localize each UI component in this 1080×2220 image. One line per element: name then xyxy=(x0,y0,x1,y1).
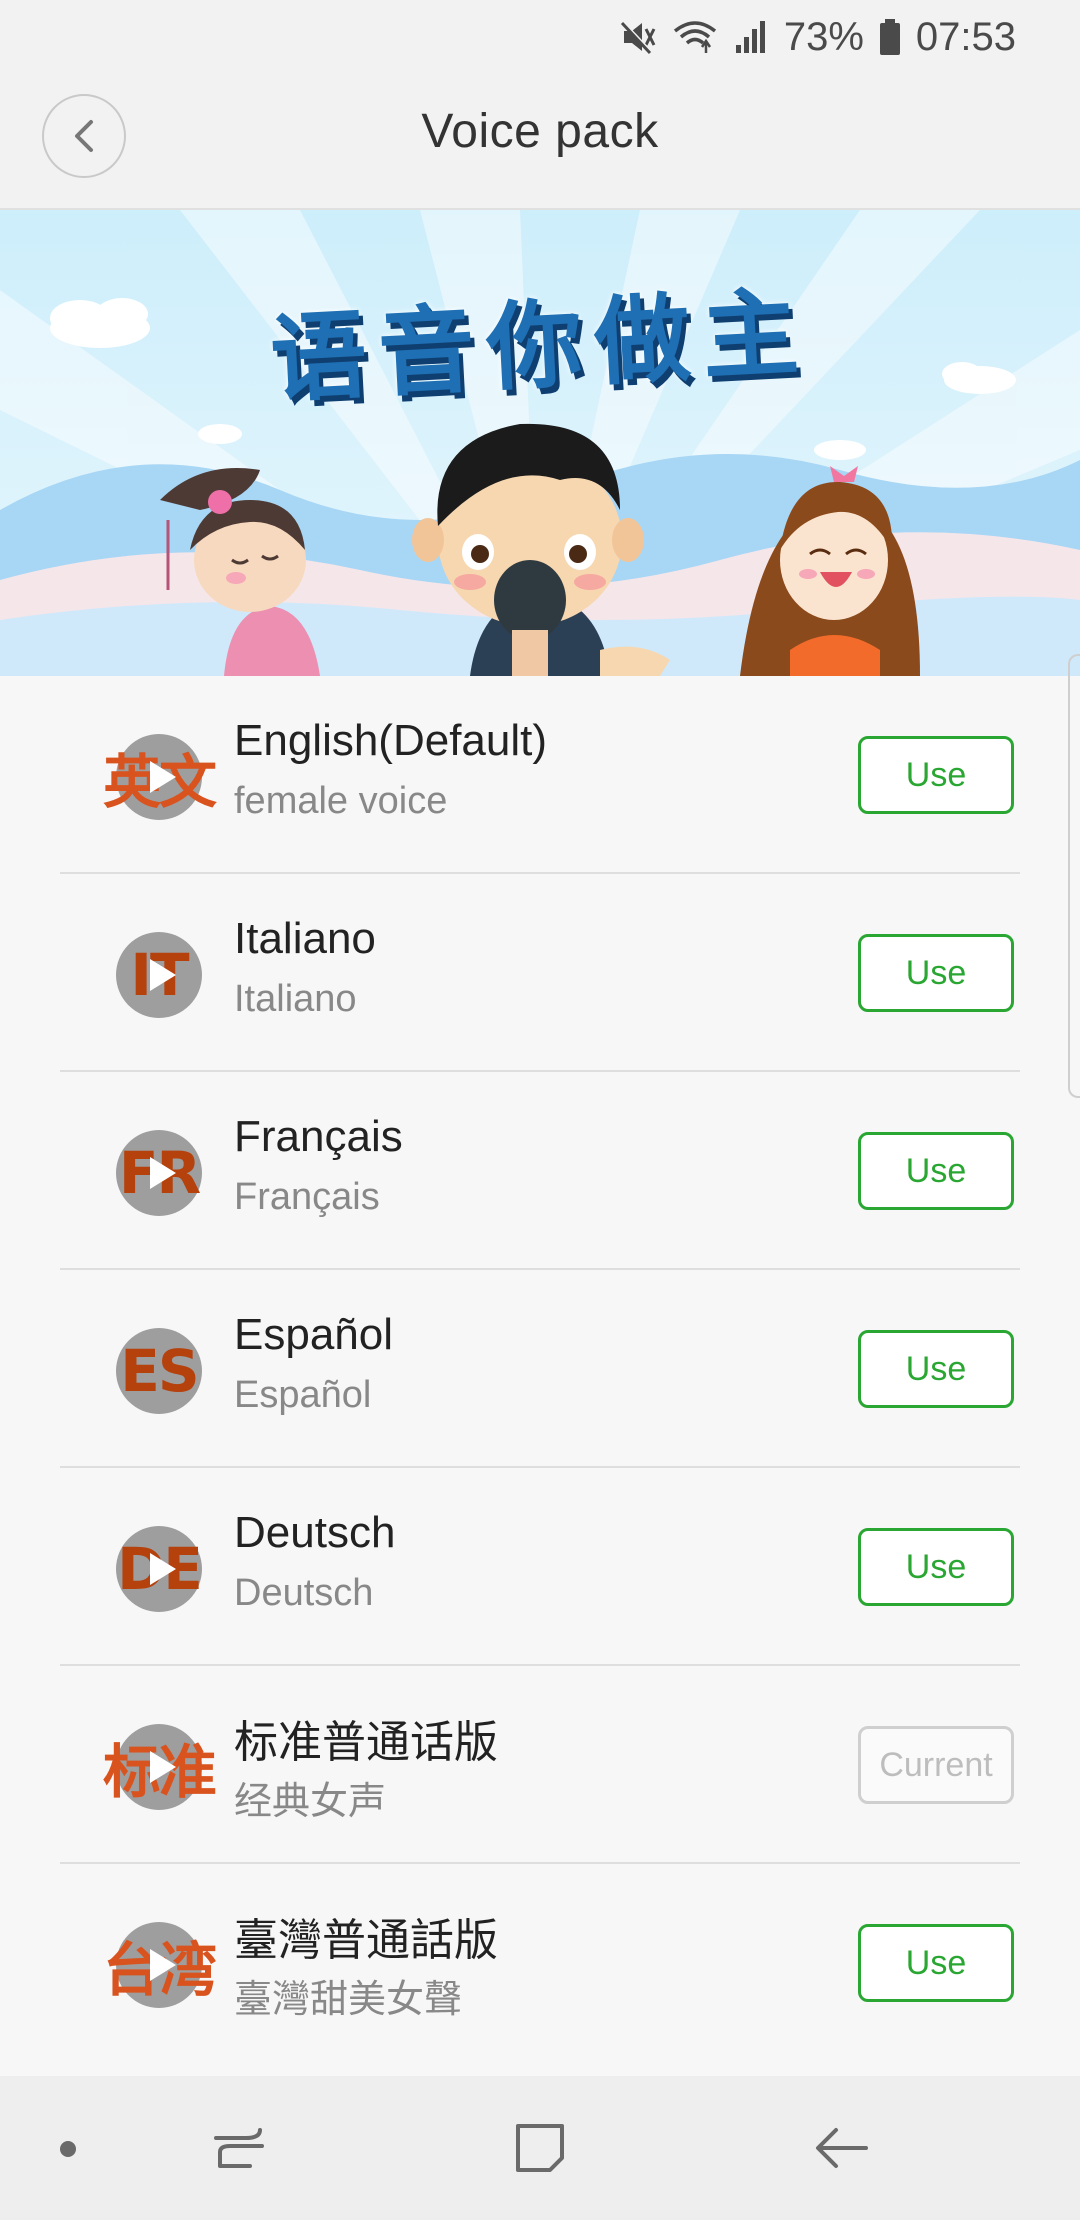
promo-banner: 语音你做主 xyxy=(0,210,1080,676)
voice-preview-play-icon[interactable]: ES xyxy=(80,1326,220,1416)
voice-pack-description: 经典女声 xyxy=(234,1781,387,1823)
play-icon xyxy=(150,959,176,991)
voice-pack-name: 标准普通话版 xyxy=(234,1718,498,1767)
voice-pack-item[interactable]: 标准 标准普通话版 经典女声 Current xyxy=(60,1666,1020,1864)
play-icon xyxy=(150,1553,176,1585)
voice-pack-name: Français xyxy=(234,1112,403,1161)
status-bar: 73% 07:53 xyxy=(0,0,1080,74)
use-button[interactable]: Use xyxy=(858,736,1014,814)
voice-pack-item[interactable]: ES Español Español Use xyxy=(60,1270,1020,1468)
voice-pack-item[interactable]: IT Italiano Italiano Use xyxy=(60,874,1020,1072)
use-button[interactable]: Use xyxy=(858,1132,1014,1210)
play-icon xyxy=(150,1751,176,1783)
home-icon[interactable] xyxy=(510,2118,570,2178)
voice-preview-play-icon[interactable]: DE xyxy=(80,1524,220,1614)
clock: 07:53 xyxy=(915,14,1016,59)
voice-pack-list: 英文 English(Default) female voice Use IT … xyxy=(0,676,1080,2076)
language-code: ES xyxy=(120,1337,199,1405)
voice-pack-description: female voice xyxy=(234,780,448,822)
voice-preview-play-icon[interactable]: 英文 xyxy=(80,732,220,822)
voice-pack-name: English(Default) xyxy=(234,716,548,765)
voice-preview-play-icon[interactable]: FR xyxy=(80,1128,220,1218)
play-icon xyxy=(150,761,176,793)
current-badge: Current xyxy=(858,1726,1014,1804)
voice-pack-description: Français xyxy=(234,1176,380,1218)
use-button[interactable]: Use xyxy=(858,1528,1014,1606)
voice-pack-name: 臺灣普通話版 xyxy=(234,1916,498,1965)
voice-pack-name: Deutsch xyxy=(234,1508,396,1557)
play-icon xyxy=(150,1157,176,1189)
use-button[interactable]: Use xyxy=(858,1330,1014,1408)
voice-preview-play-icon[interactable]: 标准 xyxy=(80,1722,220,1812)
voice-pack-description: 臺灣甜美女聲 xyxy=(234,1979,463,2021)
system-nav-bar xyxy=(0,2076,1080,2220)
voice-preview-play-icon[interactable]: 台湾 xyxy=(80,1920,220,2010)
app-header: Voice pack xyxy=(0,74,1080,210)
use-button[interactable]: Use xyxy=(858,1924,1014,2002)
battery-percent: 73% xyxy=(783,14,864,59)
voice-pack-item[interactable]: DE Deutsch Deutsch Use xyxy=(60,1468,1020,1666)
voice-pack-item[interactable]: FR Français Français Use xyxy=(60,1072,1020,1270)
voice-pack-description: Deutsch xyxy=(234,1572,374,1614)
voice-preview-play-icon[interactable]: IT xyxy=(80,930,220,1020)
scroll-indicator[interactable] xyxy=(1068,654,1080,1098)
dot-icon[interactable] xyxy=(60,2141,76,2157)
battery-icon xyxy=(878,17,902,57)
voice-pack-item[interactable]: 英文 English(Default) female voice Use xyxy=(60,676,1020,874)
voice-pack-description: Italiano xyxy=(234,978,357,1020)
use-button[interactable]: Use xyxy=(858,934,1014,1012)
recents-icon[interactable] xyxy=(210,2118,270,2178)
mute-icon xyxy=(618,17,658,57)
play-icon xyxy=(150,1949,176,1981)
signal-icon xyxy=(732,17,770,57)
voice-pack-name: Español xyxy=(234,1310,394,1359)
voice-pack-item[interactable]: 台湾 臺灣普通話版 臺灣甜美女聲 Use xyxy=(60,1864,1020,2062)
voice-pack-name: Italiano xyxy=(234,914,376,963)
wifi-icon xyxy=(672,17,718,57)
page-title: Voice pack xyxy=(421,105,659,158)
voice-pack-description: Español xyxy=(234,1374,372,1416)
back-icon[interactable] xyxy=(812,2118,872,2178)
